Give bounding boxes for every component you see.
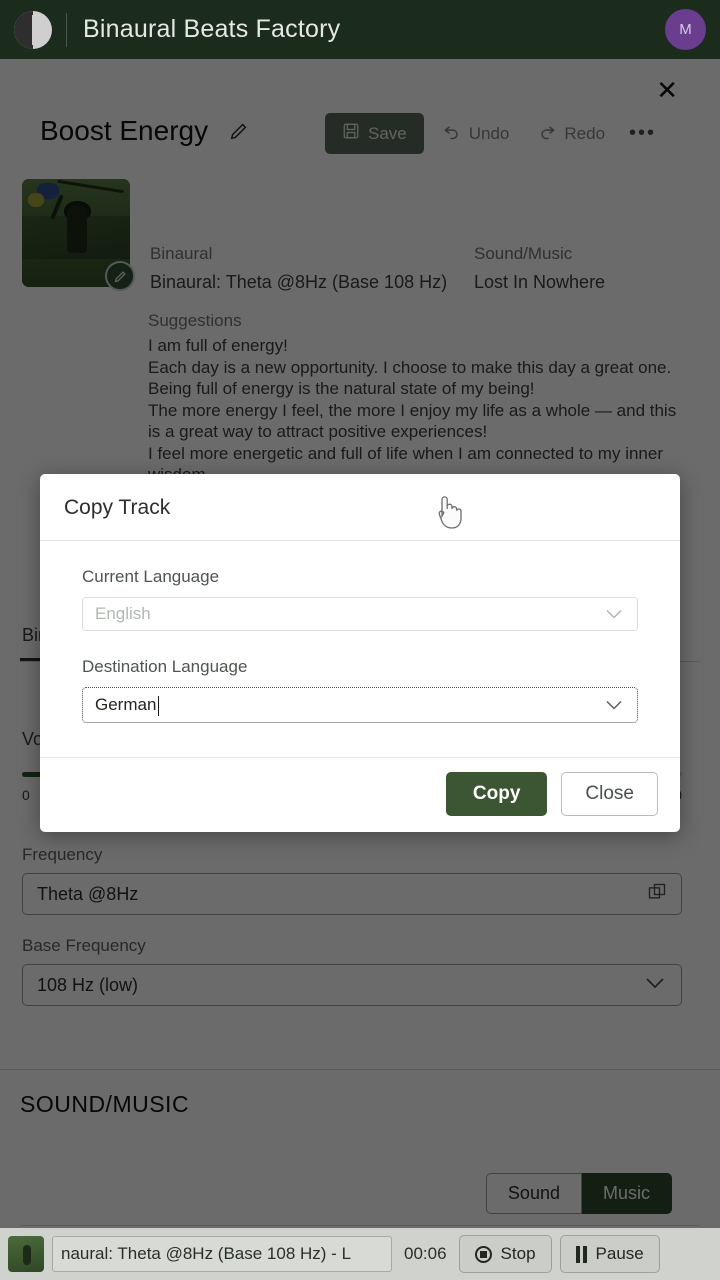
base-frequency-select[interactable]: 108 Hz (low): [22, 964, 682, 1006]
volume-min: 0: [22, 787, 30, 803]
pause-button-label: Pause: [595, 1244, 644, 1263]
save-button-label: Save: [368, 123, 407, 143]
sound-music-toggle: Sound Music: [485, 1173, 672, 1214]
pause-button[interactable]: Pause: [559, 1235, 660, 1273]
close-icon[interactable]: ✕: [656, 77, 678, 103]
section-divider: [0, 1069, 720, 1070]
suggestion-line: The more energy I feel, the more I enjoy…: [148, 400, 677, 442]
base-frequency-field-group: Base Frequency 108 Hz (low): [22, 936, 682, 1006]
avatar-initial: M: [679, 21, 692, 38]
copy-icon[interactable]: [647, 882, 667, 907]
cancel-button[interactable]: Close: [561, 772, 658, 816]
frequency-input[interactable]: Theta @8Hz: [22, 873, 682, 915]
binaural-label: Binaural: [150, 244, 213, 263]
sub-divider: [20, 1225, 700, 1226]
pencil-icon[interactable]: [228, 120, 250, 142]
frequency-label: Frequency: [22, 845, 103, 864]
more-horizontal-icon[interactable]: •••: [623, 114, 662, 153]
player-thumbnail: [8, 1236, 44, 1272]
destination-language-label: Destination Language: [82, 657, 248, 676]
suggestion-line: Being full of energy is the natural stat…: [148, 379, 535, 398]
track-thumbnail-wrap[interactable]: [22, 179, 135, 291]
app-title: Binaural Beats Factory: [83, 15, 341, 43]
current-language-label: Current Language: [82, 567, 220, 586]
floppy-disk-icon: [342, 122, 360, 145]
undo-arrow-icon: [442, 121, 462, 146]
stop-button-label: Stop: [500, 1244, 536, 1263]
dialog-title: Copy Track: [64, 496, 171, 519]
player-bar: naural: Theta @8Hz (Base 108 Hz) - L 00:…: [0, 1228, 720, 1280]
copy-button[interactable]: Copy: [445, 772, 548, 816]
dialog-footer: Copy Close: [40, 757, 680, 832]
undo-button[interactable]: Undo: [432, 113, 520, 154]
base-frequency-label: Base Frequency: [22, 936, 146, 955]
player-track-name[interactable]: naural: Theta @8Hz (Base 108 Hz) - L: [52, 1236, 392, 1272]
dialog-body: Current Language English Destination Lan…: [40, 541, 680, 757]
save-button[interactable]: Save: [325, 113, 424, 154]
editor-toolbar: Save Undo Redo •••: [325, 113, 662, 154]
player-elapsed-time: 00:06: [404, 1244, 447, 1263]
suggestions-heading: Suggestions: [148, 311, 242, 330]
header-divider: [66, 12, 67, 47]
redo-button-label: Redo: [564, 123, 606, 143]
soundmusic-value: Lost In Nowhere: [474, 272, 606, 292]
copy-track-dialog: Copy Track Current Language English Dest…: [40, 474, 680, 832]
segment-sound[interactable]: Sound: [485, 1173, 582, 1214]
binaural-circle-icon: [14, 10, 52, 49]
current-language-value: English: [95, 604, 151, 623]
dialog-header: Copy Track: [40, 474, 680, 541]
destination-language-value: German: [95, 695, 160, 716]
chevron-down-icon: [603, 607, 625, 621]
avatar[interactable]: M: [665, 9, 706, 50]
current-language-select[interactable]: English: [82, 597, 638, 631]
destination-language-select[interactable]: German: [82, 687, 638, 723]
sound-music-section-title: SOUND/MUSIC: [20, 1091, 190, 1117]
track-meta-grid: Binaural Sound/Music Binaural: Theta @8H…: [150, 239, 698, 297]
redo-button[interactable]: Redo: [527, 113, 615, 154]
track-title-row: Boost Energy: [40, 115, 250, 147]
chevron-down-icon: [603, 698, 625, 712]
suggestion-line: Each day is a new opportunity. I choose …: [148, 357, 672, 377]
redo-arrow-icon: [537, 121, 557, 146]
stop-circle-icon: [474, 1245, 492, 1263]
chevron-down-icon: [643, 975, 667, 996]
app-header-bar: Binaural Beats Factory M: [0, 0, 720, 59]
stop-button[interactable]: Stop: [458, 1235, 552, 1273]
page-title: Boost Energy: [40, 115, 209, 146]
frequency-field-group: Frequency Theta @8Hz: [22, 845, 682, 915]
binaural-value: Binaural: Theta @8Hz (Base 108 Hz): [150, 272, 448, 292]
suggestion-line: I am full of energy!: [148, 336, 288, 355]
base-frequency-value: 108 Hz (low): [37, 974, 139, 995]
soundmusic-label: Sound/Music: [474, 244, 573, 263]
pencil-icon[interactable]: [105, 261, 135, 291]
pause-icon: [575, 1245, 587, 1263]
segment-music[interactable]: Music: [581, 1173, 672, 1214]
frequency-value: Theta @8Hz: [37, 883, 139, 904]
undo-button-label: Undo: [468, 123, 510, 143]
